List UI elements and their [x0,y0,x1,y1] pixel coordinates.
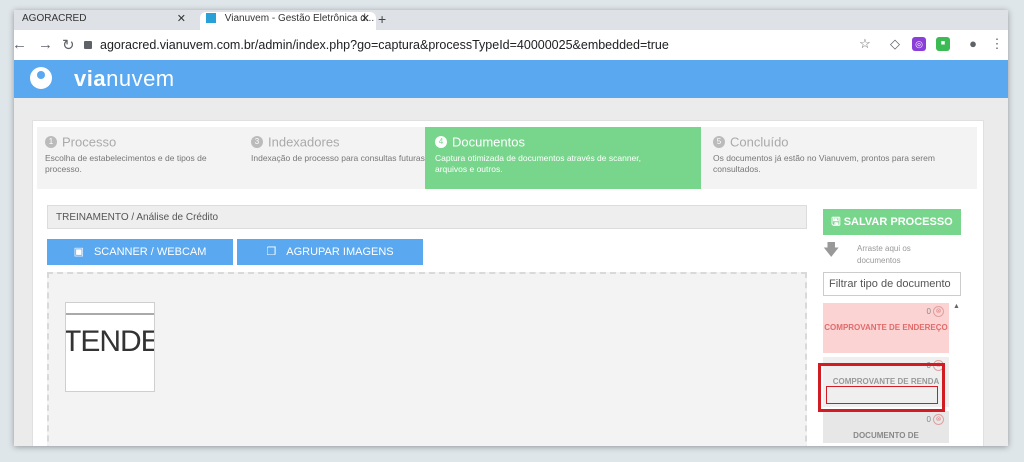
document-type-label: COMPROVANTE DE ENDEREÇO [824,323,948,332]
browser-toolbar: ← → ↻ agoracred.vianuvem.com.br/admin/in… [14,30,1008,61]
favicon-icon [206,13,216,24]
document-type-item[interactable]: 0 ⊗ DOCUMENTO DE [823,411,949,443]
user-avatar-icon[interactable] [30,67,52,89]
back-icon[interactable]: ← [14,36,27,53]
menu-icon[interactable]: ⋮ [990,37,1004,51]
document-type-item[interactable]: 0 ⊗ COMPROVANTE DE ENDEREÇO [823,303,949,353]
star-icon[interactable]: ☆ [858,37,872,51]
copy-icon: ❐ [266,246,277,258]
new-tab-icon[interactable]: + [378,11,386,27]
tab-title: AGORACRED [22,13,87,24]
step-title: Concluído [730,134,789,150]
highlight-box [818,363,945,412]
step-description: Escolha de estabelecimentos e de tipos d… [45,153,207,174]
close-tab-icon[interactable]: ✕ [177,12,186,26]
app-header: vianuvem [14,60,1008,98]
step-number: 3 [251,135,263,148]
tab-strip: AGORACRED ✕ Vianuvem - Gestão Eletrônica… [14,10,1008,30]
step-description: Captura otimizada de documentos através … [435,153,642,174]
highlight-inner-box [826,386,938,404]
shield-icon[interactable]: ◇ [888,37,902,51]
scroll-up-icon[interactable]: ▲ [953,303,960,310]
screenshot-frame: AGORACRED ✕ Vianuvem - Gestão Eletrônica… [0,0,1024,462]
document-drop-zone[interactable]: TENDE [47,272,807,446]
step-description: Indexação de processo para consultas fut… [251,153,428,163]
extension-icon[interactable]: ■ [936,37,950,51]
wizard-steps: 1 Processo Escolha de estabelecimentos e … [37,127,977,189]
thumbnail-text: TENDE [65,325,155,358]
extension-icon[interactable]: ◎ [912,37,926,51]
url-text: agoracred.vianuvem.com.br/admin/index.ph… [100,38,669,52]
step-documentos[interactable]: 4 Documentos Captura otimizada de documen… [425,127,701,189]
document-type-label: DOCUMENTO DE [853,431,919,440]
save-icon: 🖫 [831,216,844,228]
reload-icon[interactable]: ↻ [62,36,75,54]
group-images-button[interactable]: ❐ AGRUPAR IMAGENS [237,239,423,265]
document-count: 0 [926,307,931,316]
breadcrumb: TREINAMENTO / Análise de Crédito [47,205,807,229]
forward-icon[interactable]: → [38,36,53,53]
document-count: 0 [926,415,931,424]
save-process-button[interactable]: 🖫 SALVAR PROCESSO [823,209,961,235]
hint-text: Arraste aqui os documentos [857,244,911,265]
filter-document-type-input[interactable]: Filtrar tipo de documento [823,272,961,296]
lock-icon [84,40,92,49]
arrow-down-icon: 🡇 [823,242,840,259]
address-bar[interactable]: agoracred.vianuvem.com.br/admin/index.ph… [84,34,904,56]
list-scrollbar[interactable]: ▲ [953,303,961,443]
step-number: 1 [45,135,57,148]
step-concluido[interactable]: 5 Concluído Os documentos já estão no Via… [713,127,963,195]
step-title: Processo [62,134,117,150]
tab-vianuvem[interactable]: Vianuvem - Gestão Eletrônica d... ✕ [200,12,376,30]
brand-logo: vianuvem [74,66,175,91]
step-processo[interactable]: 1 Processo Escolha de estabelecimentos e … [45,127,235,195]
close-tab-icon[interactable]: ✕ [361,12,370,26]
tab-title: Vianuvem - Gestão Eletrônica d... [224,13,375,24]
thumbnail-line [66,313,154,315]
step-title: Indexadores [268,134,340,150]
step-indexadores[interactable]: 3 Indexadores Indexação de processo para … [251,127,427,195]
scanner-webcam-button[interactable]: ▣ SCANNER / WEBCAM [47,239,233,265]
tab-agoracred[interactable]: AGORACRED ✕ [22,12,192,30]
profile-icon[interactable]: ● [966,37,980,51]
remove-icon[interactable]: ⊗ [933,414,944,425]
remove-icon[interactable]: ⊗ [933,306,944,317]
step-description: Os documentos já estão no Vianuvem, pron… [713,153,935,174]
image-icon: ▣ [73,246,84,258]
step-number: 4 [435,135,447,148]
step-title: Documentos [452,134,525,150]
step-number: 5 [713,135,725,148]
document-thumbnail[interactable]: TENDE [65,302,155,392]
